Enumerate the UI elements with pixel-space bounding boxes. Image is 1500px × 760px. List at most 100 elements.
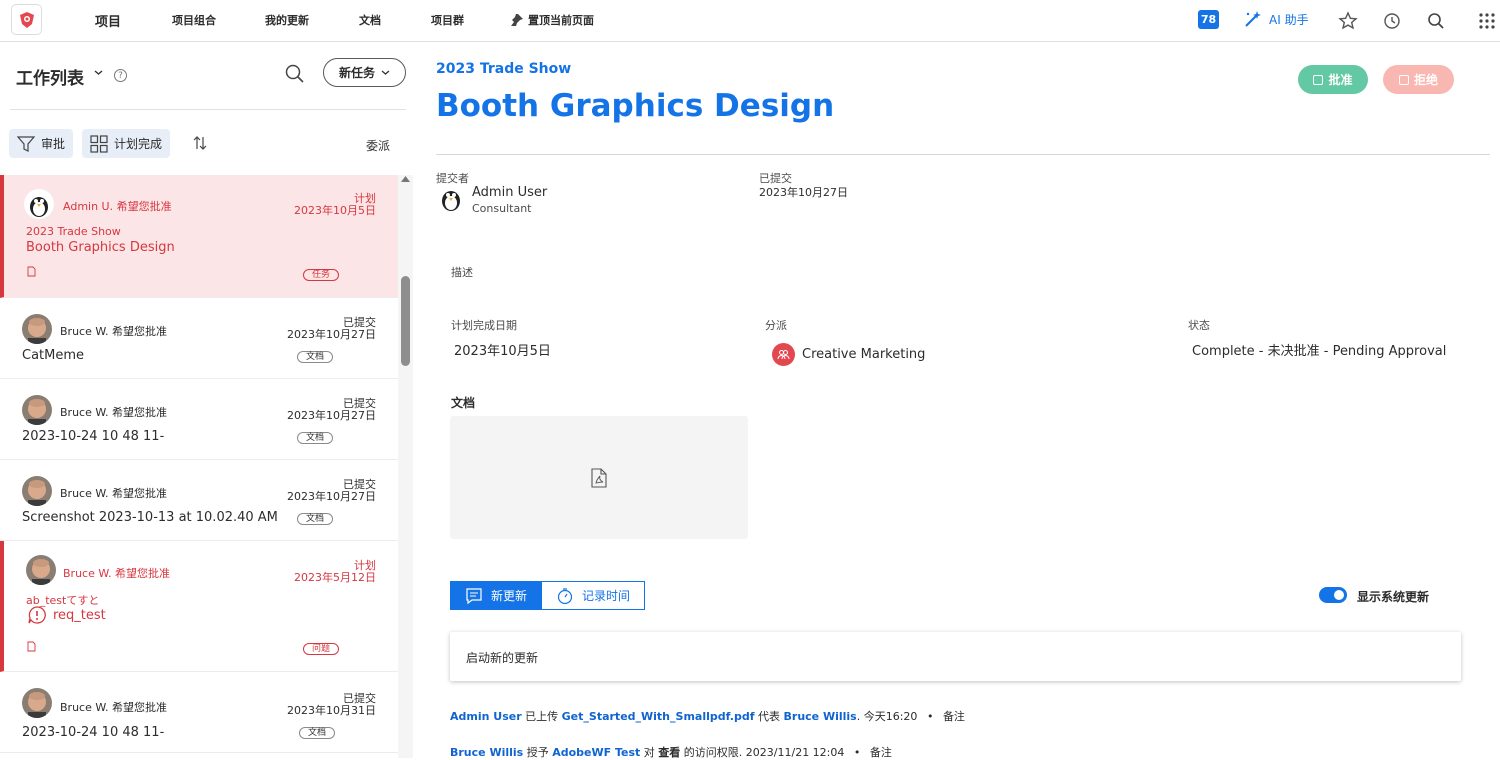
planned-date-value[interactable]: 2023年10月5日 — [454, 340, 551, 359]
reject-label: 拒绝 — [1413, 73, 1438, 87]
new-task-button[interactable]: 新任务 — [323, 58, 406, 87]
approve-button[interactable]: 批准 — [1298, 65, 1368, 94]
item-status-date: 2023年10月31日 — [287, 704, 376, 717]
item-type-tag: 问题 — [303, 643, 340, 655]
divider — [10, 109, 406, 110]
item-requester: Bruce W. 希望您批准 — [60, 701, 167, 714]
list-item[interactable]: Bruce W. 希望您批准 已提交 2023年10月27日 Screensho… — [0, 460, 398, 541]
team-icon — [772, 343, 795, 366]
feed-connector: 代表 — [758, 710, 781, 723]
tab-log-time[interactable]: 记录时间 — [542, 581, 646, 610]
feed-time: 的访问权限. 2023/11/21 12:04 — [683, 746, 845, 759]
item-name: req_test — [53, 608, 106, 623]
update-tabs: 新更新 记录时间 — [450, 581, 646, 610]
item-requester: Admin U. 希望您批准 — [63, 200, 172, 213]
feed-connector: 对 — [643, 746, 655, 759]
grid-view-icon — [90, 134, 108, 153]
status-value[interactable]: Complete - 未决批准 - Pending Approval — [1192, 340, 1446, 359]
sort-icon[interactable] — [192, 135, 208, 151]
pdf-file-icon — [591, 467, 607, 488]
tab-new-update[interactable]: 新更新 — [450, 581, 543, 610]
filter-planned-button[interactable]: 计划完成 — [82, 129, 171, 158]
checkbox-icon — [1398, 74, 1409, 85]
search-icon[interactable] — [284, 63, 305, 84]
notification-badge[interactable]: 78 — [1198, 10, 1219, 29]
feed-note-link[interactable]: 备注 — [870, 746, 892, 759]
chevron-down-icon — [381, 70, 390, 75]
list-item[interactable]: Bruce W. 希望您批准 计划 2023年5月12日 ab_testてすと … — [0, 541, 398, 672]
system-updates-label: 显示系统更新 — [1357, 590, 1430, 604]
reject-button[interactable]: 拒绝 — [1383, 65, 1454, 94]
ai-assistant-button[interactable]: AI 助手 — [1243, 9, 1309, 29]
assignment-value[interactable]: Creative Marketing — [802, 347, 925, 362]
document-icon — [27, 641, 36, 652]
item-type-tag: 文档 — [297, 513, 334, 525]
document-preview[interactable] — [450, 416, 748, 539]
nav-projects[interactable]: 项目 — [95, 11, 121, 30]
nav-pin-page[interactable]: 置顶当前页面 — [510, 12, 594, 28]
item-status: 已提交 2023年10月27日 — [287, 398, 376, 422]
star-icon[interactable] — [1338, 11, 1358, 31]
tab-log-time-label: 记录时间 — [582, 589, 631, 603]
app-logo-icon[interactable] — [11, 4, 42, 35]
new-task-label: 新任务 — [338, 66, 375, 80]
nav-my-updates[interactable]: 我的更新 — [265, 12, 309, 28]
new-update-input[interactable]: 启动新的更新 — [450, 632, 1461, 681]
avatar — [22, 476, 52, 506]
pin-icon — [511, 14, 523, 26]
item-status: 已提交 2023年10月31日 — [287, 693, 376, 717]
list-item[interactable]: Admin U. 希望您批准 计划 2023年10月5日 2023 Trade … — [0, 175, 398, 298]
feed-time: . 今天16:20 — [856, 710, 918, 723]
chevron-down-icon[interactable] — [94, 68, 103, 77]
item-name: 2023-10-24 10 48 11- — [22, 725, 165, 740]
feed-target-link[interactable]: Bruce Willis — [784, 710, 857, 723]
feed-actor-link[interactable]: Admin User — [450, 710, 522, 723]
submitted-date: 2023年10月27日 — [759, 186, 848, 199]
list-item[interactable]: Bruce W. 希望您批准 已提交 2023年10月31日 2023-10-2… — [0, 672, 398, 753]
search-icon[interactable] — [1426, 11, 1446, 31]
project-link[interactable]: 2023 Trade Show — [436, 61, 571, 77]
apps-grid-icon[interactable] — [1477, 11, 1497, 31]
scroll-up-icon[interactable] — [401, 176, 410, 182]
approve-label: 批准 — [1328, 73, 1353, 87]
feed-actor-link[interactable]: Bruce Willis — [450, 746, 523, 759]
system-updates-toggle[interactable] — [1319, 587, 1347, 603]
nav-programs[interactable]: 项目群 — [431, 12, 464, 28]
nav-documents[interactable]: 文档 — [359, 12, 381, 28]
issue-icon — [28, 606, 46, 624]
feed-object-link[interactable]: Get_Started_With_Smallpdf.pdf — [562, 710, 755, 723]
status-label: 状态 — [1188, 319, 1210, 332]
submitter-name[interactable]: Admin User — [472, 185, 547, 200]
list-item[interactable]: Bruce W. 希望您批准 已提交 2023年10月27日 2023-10-2… — [0, 379, 398, 460]
item-status-date: 2023年10月27日 — [287, 328, 376, 341]
avatar — [436, 183, 466, 213]
worklist-title[interactable]: 工作列表 — [16, 64, 84, 89]
history-icon[interactable] — [1382, 11, 1402, 31]
filter-approvals-button[interactable]: 审批 — [9, 129, 74, 158]
item-name: CatMeme — [22, 348, 85, 363]
feed-verb: 授予 — [526, 746, 549, 759]
list-item[interactable]: Bruce W. 希望您批准 已提交 2023年10月27日 CatMeme 文… — [0, 298, 398, 379]
ai-assistant-label: AI 助手 — [1269, 12, 1309, 27]
feed-object-link[interactable]: AdobeWF Test — [552, 746, 640, 759]
feed-note-link[interactable]: 备注 — [943, 710, 965, 723]
item-status-date: 2023年10月27日 — [287, 490, 376, 503]
delegate-button[interactable]: 委派 — [366, 137, 390, 154]
scrollbar-thumb[interactable] — [401, 276, 410, 366]
help-icon[interactable]: ? — [114, 69, 127, 82]
worklist-scrollbar[interactable] — [398, 175, 413, 758]
item-type-tag: 文档 — [297, 432, 334, 444]
assignment-label: 分派 — [765, 319, 787, 332]
item-requester: Bruce W. 希望您批准 — [60, 406, 167, 419]
planned-date-label: 计划完成日期 — [451, 319, 517, 332]
item-requester: Bruce W. 希望您批准 — [63, 567, 170, 580]
tab-new-update-label: 新更新 — [491, 589, 528, 603]
divider — [436, 154, 1490, 155]
item-status: 已提交 2023年10月27日 — [287, 479, 376, 503]
filter-planned-label: 计划完成 — [114, 137, 163, 151]
description-label: 描述 — [451, 266, 473, 279]
item-status: 计划 2023年5月12日 — [294, 560, 376, 584]
worklist-list: Admin U. 希望您批准 计划 2023年10月5日 2023 Trade … — [0, 175, 398, 758]
feed-entry: Admin User 已上传 Get_Started_With_Smallpdf… — [450, 708, 965, 724]
nav-portfolios[interactable]: 项目组合 — [172, 12, 216, 28]
